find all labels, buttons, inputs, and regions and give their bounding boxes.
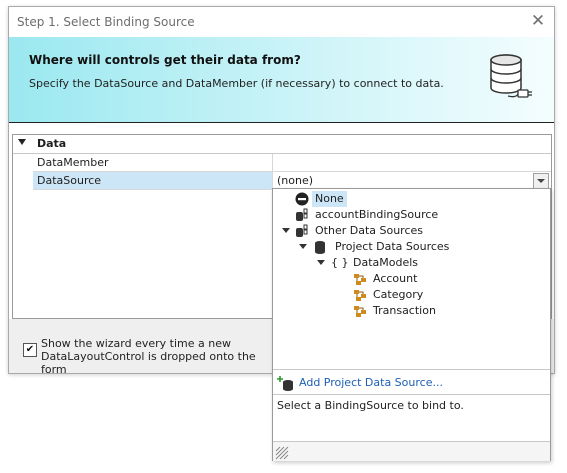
tree-item-label: Project Data Sources [335,240,450,253]
datasource-dropdown[interactable]: None accountBindingSource Other Data Sou… [272,188,551,461]
database-plug-icon [490,54,532,98]
category-label: Data [37,137,67,150]
category-row-data[interactable]: Data [13,135,551,154]
close-icon[interactable]: ✕ [528,11,548,31]
expand-arrow-icon[interactable] [317,260,325,265]
data-sources-icon [296,224,308,237]
divider [273,369,550,370]
dialog-title: Step 1. Select Binding Source [17,15,195,29]
resize-bar [273,441,550,461]
description-panel: Select a BindingSource to bind to. [273,394,550,442]
expand-arrow-icon[interactable] [299,244,307,249]
chevron-down-icon [537,179,545,183]
class-icon [354,306,366,317]
property-value[interactable]: (none) [277,174,313,187]
property-row-datamember[interactable]: DataMember [33,154,551,172]
class-icon [354,274,366,285]
class-icon [354,290,366,301]
banner-question: Where will controls get their data from? [29,53,301,67]
column-divider [272,172,273,189]
database-icon [315,241,325,254]
tree-item-label: Category [373,288,424,301]
none-icon [295,192,309,206]
tree-item-label: DataModels [353,256,419,269]
column-divider [272,154,273,171]
description-text: Select a BindingSource to bind to. [277,399,464,412]
expand-arrow-icon[interactable] [282,228,290,233]
show-wizard-label[interactable]: Show the wizard every time a new DataLay… [41,337,281,376]
title-bar: Step 1. Select Binding Source ✕ [9,7,554,37]
collapse-arrow-icon[interactable] [18,139,26,145]
tree-item-label: accountBindingSource [315,208,439,221]
property-name: DataSource [37,174,102,187]
add-data-source-icon [277,376,293,391]
tree-item-label: Other Data Sources [315,224,424,237]
property-name: DataMember [37,156,109,169]
show-wizard-checkbox[interactable]: ✔ [23,343,37,357]
binding-source-icon [296,208,308,221]
tree-item-label: Account [373,272,418,285]
resize-grip-icon[interactable] [275,446,289,460]
tree-item-label: None [312,191,347,207]
add-project-data-source-link[interactable]: Add Project Data Source... [299,376,443,389]
tree-item-label: Transaction [373,304,436,317]
banner-subtitle: Specify the DataSource and DataMember (i… [29,77,444,90]
datasource-tree[interactable]: None accountBindingSource Other Data Sou… [273,189,550,369]
dropdown-button[interactable] [533,173,549,189]
header-banner: Where will controls get their data from?… [9,37,554,123]
namespace-icon: { } [331,256,349,269]
